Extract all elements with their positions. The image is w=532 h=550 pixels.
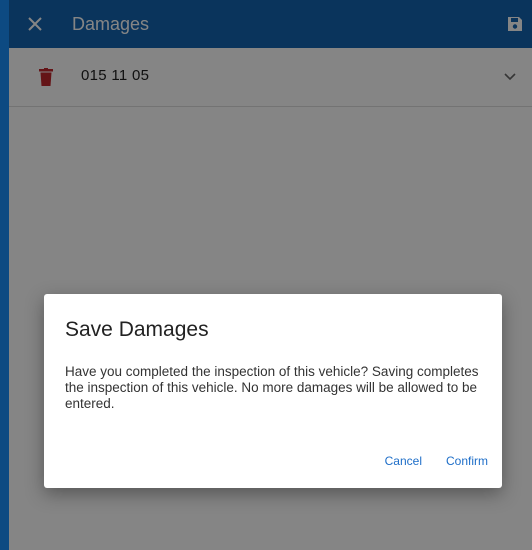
dialog-message: Have you completed the inspection of thi… [65,364,479,411]
dialog-title: Save Damages [65,318,209,341]
confirm-button[interactable]: Confirm [446,454,488,468]
window-frame-left [0,0,9,550]
dialog-actions: Cancel Confirm [385,454,488,468]
cancel-button[interactable]: Cancel [385,454,422,468]
save-damages-dialog: Save Damages Have you completed the insp… [44,294,502,488]
app-screen: Damages 015 11 05 Save Damages Have you … [9,0,532,550]
